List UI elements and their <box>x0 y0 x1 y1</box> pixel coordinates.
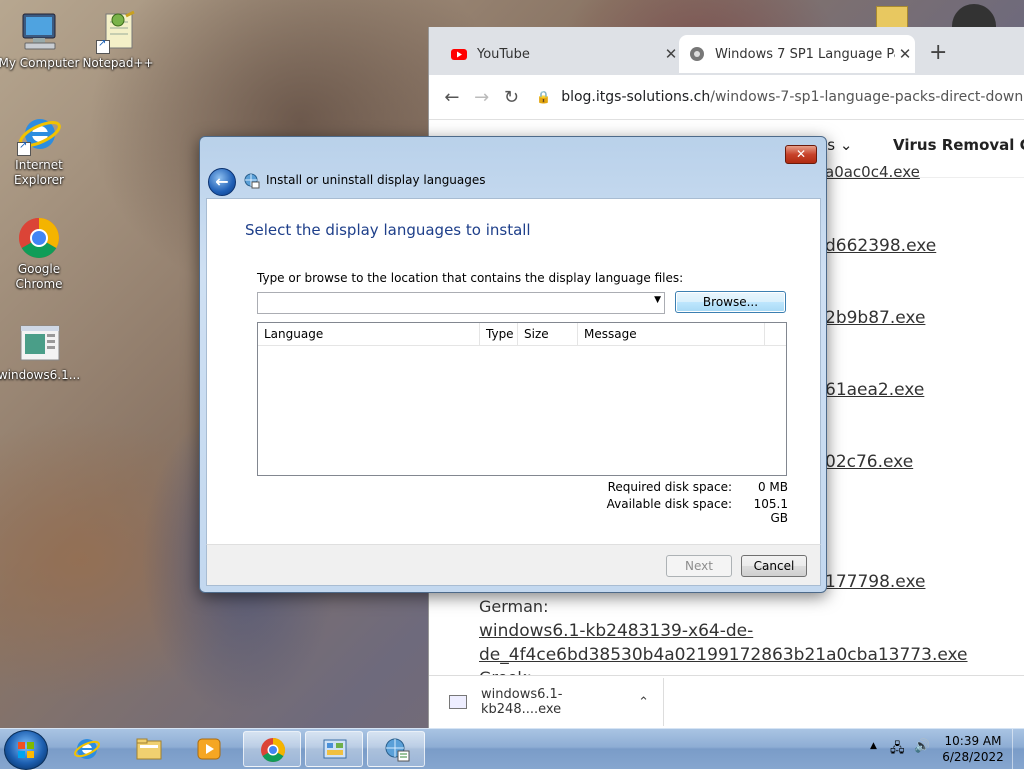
column-header-message[interactable]: Message <box>578 323 765 345</box>
back-arrow-icon[interactable]: ← <box>208 168 236 196</box>
taskbar: ▲ 🖧 🔊 10:39 AM 6/28/2022 <box>0 728 1024 770</box>
chrome-icon <box>17 216 61 260</box>
tab-youtube[interactable]: YouTube ✕ <box>441 35 681 73</box>
notepadplusplus-icon <box>96 10 140 54</box>
network-icon[interactable]: 🖧 <box>890 739 905 761</box>
new-tab-icon[interactable]: + <box>929 40 947 65</box>
desktop-icon-windows-file[interactable]: windows6.1... <box>0 322 81 383</box>
back-arrow-icon[interactable]: ← <box>437 87 467 108</box>
computer-icon <box>17 10 61 54</box>
taskbar-chrome[interactable] <box>243 731 301 767</box>
reload-icon[interactable]: ↻ <box>497 87 527 108</box>
column-header-type[interactable]: Type <box>480 323 518 345</box>
desktop-icon-internet-explorer[interactable]: Internet Explorer <box>0 112 81 188</box>
shortcut-arrow-icon <box>96 38 110 54</box>
file-icon <box>17 322 61 366</box>
download-link[interactable]: 2b9b87.exe <box>825 308 925 328</box>
cancel-button[interactable]: Cancel <box>741 555 807 577</box>
language-setup-icon <box>385 738 410 762</box>
app-icon <box>952 4 996 28</box>
browse-button[interactable]: Browse... <box>675 291 786 313</box>
site-icon <box>690 47 704 61</box>
start-button[interactable] <box>4 730 48 770</box>
dialog-body: Select the display languages to install … <box>206 198 821 545</box>
taskbar-internet-explorer[interactable] <box>58 731 116 767</box>
youtube-icon <box>451 49 467 60</box>
clock-time: 10:39 AM <box>944 734 1002 748</box>
tab-strip: YouTube ✕ Windows 7 SP1 Language Packs ✕… <box>429 27 1024 75</box>
internet-explorer-icon <box>17 112 61 156</box>
german-download-link-line1[interactable]: windows6.1-kb2483139-x64-de- <box>479 621 753 641</box>
internet-explorer-icon <box>74 739 100 759</box>
close-button[interactable]: ✕ <box>785 145 817 164</box>
page-heading: Select the display languages to install <box>245 221 531 239</box>
language-list[interactable]: Language Type Size Message <box>257 322 787 476</box>
download-link[interactable]: 02c76.exe <box>825 452 913 472</box>
available-space-label: Available disk space: <box>606 497 732 511</box>
chevron-up-icon[interactable]: ⌃ <box>638 695 649 710</box>
chrome-icon <box>261 738 286 763</box>
taskbar-control-panel[interactable] <box>305 731 363 767</box>
windows-logo-icon <box>18 742 34 758</box>
install-languages-dialog: ✕ ← Install or uninstall display languag… <box>199 136 827 593</box>
instruction-text: Type or browse to the location that cont… <box>257 271 684 285</box>
taskbar-explorer[interactable] <box>120 731 178 767</box>
download-bar: windows6.1-kb248....exe ⌃ <box>429 675 1024 729</box>
desktop-icon-notepadplusplus[interactable]: Notepad++ <box>76 10 160 71</box>
media-player-icon <box>197 738 221 760</box>
dropdown-arrow-icon[interactable]: ▼ <box>654 295 661 305</box>
download-item[interactable]: windows6.1-kb248....exe ⌃ <box>435 678 664 726</box>
control-panel-icon <box>323 739 347 759</box>
list-header: Language Type Size Message <box>258 323 786 346</box>
required-space-value: 0 MB <box>757 480 788 494</box>
taskbar-media-player[interactable] <box>180 731 238 767</box>
german-label: German: <box>479 597 549 616</box>
file-icon <box>449 695 467 709</box>
partial-label: Greek: <box>479 668 532 675</box>
download-link[interactable]: 177798.exe <box>825 572 925 592</box>
next-button[interactable]: Next <box>666 555 732 577</box>
show-hidden-icons-icon[interactable]: ▲ <box>870 741 877 751</box>
required-space-label: Required disk space: <box>607 480 732 494</box>
explorer-folder-icon <box>136 738 162 760</box>
desktop-icon-google-chrome[interactable]: Google Chrome <box>0 216 81 292</box>
dialog-footer: Next Cancel <box>206 544 821 586</box>
desktop-icon-my-computer[interactable]: My Computer <box>0 10 81 71</box>
clock[interactable]: 10:39 AM 6/28/2022 <box>930 733 1016 765</box>
download-link[interactable]: 61aea2.exe <box>825 380 924 400</box>
clock-date: 6/28/2022 <box>942 750 1004 764</box>
dialog-title: Install or uninstall display languages <box>266 173 486 187</box>
show-desktop-button[interactable] <box>1012 729 1024 769</box>
forward-arrow-icon[interactable]: → <box>467 87 497 108</box>
address-bar[interactable]: 🔒 blog.itgs-solutions.ch/windows-7-sp1-l… <box>536 89 1024 105</box>
tab-language-packs[interactable]: Windows 7 SP1 Language Packs ✕ <box>679 35 915 73</box>
nav-item-virus-removal[interactable]: Virus Removal Guide <box>893 136 1024 154</box>
available-space-value: 105.1 GB <box>753 497 788 525</box>
language-globe-icon <box>244 173 260 189</box>
shortcut-arrow-icon <box>17 140 31 156</box>
column-header-language[interactable]: Language <box>258 323 480 345</box>
download-link[interactable]: d662398.exe <box>825 236 936 256</box>
taskbar-language-setup[interactable] <box>367 731 425 767</box>
download-link[interactable]: a0ac0c4.exe <box>825 163 920 181</box>
close-tab-icon[interactable]: ✕ <box>895 45 915 63</box>
browser-toolbar: ← → ↻ 🔒 blog.itgs-solutions.ch/windows-7… <box>429 75 1024 120</box>
german-download-link-line2[interactable]: de_4f4ce6bd38530b4a02199172863b21a0cba13… <box>479 645 968 665</box>
lock-icon: 🔒 <box>536 90 552 104</box>
volume-icon[interactable]: 🔊 <box>914 739 930 754</box>
close-tab-icon[interactable]: ✕ <box>661 45 681 63</box>
column-header-size[interactable]: Size <box>518 323 578 345</box>
language-path-combobox[interactable]: ▼ <box>257 292 665 314</box>
